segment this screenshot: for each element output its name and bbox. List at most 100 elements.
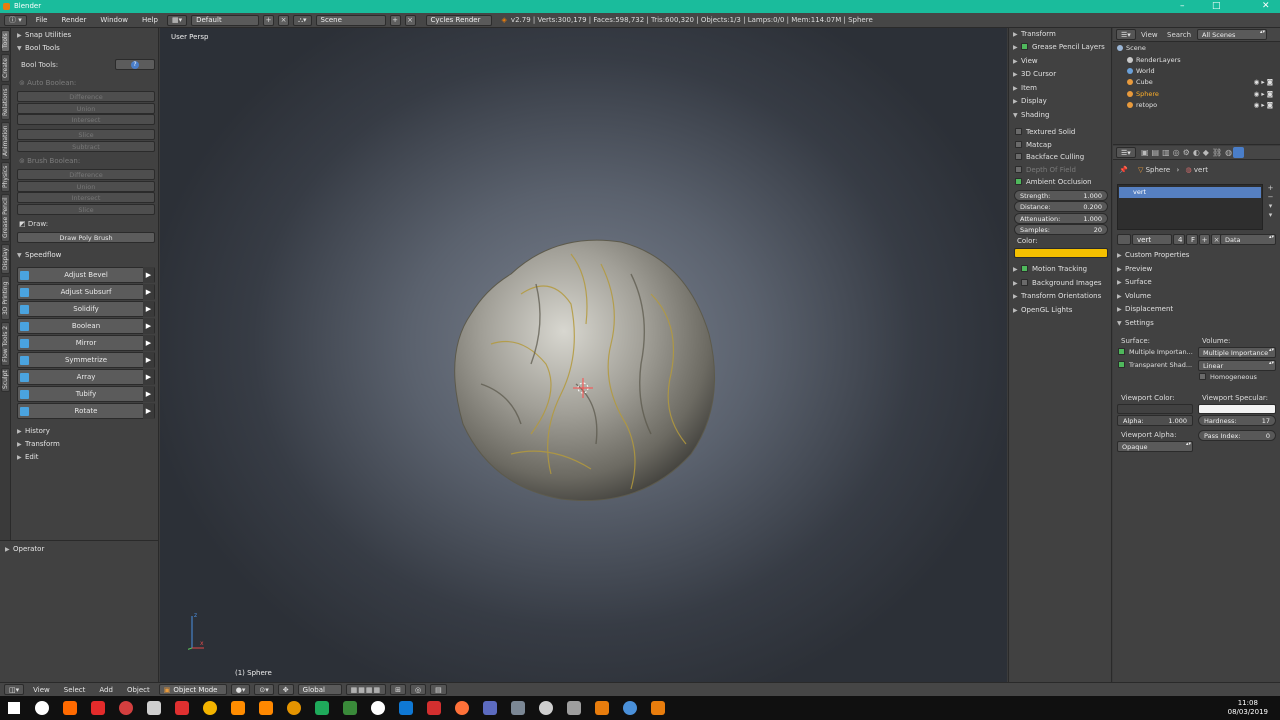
- taskbar-app-icon[interactable]: [476, 696, 504, 720]
- displacement-section[interactable]: ▶ Displacement: [1117, 304, 1173, 315]
- multiple-importance-toggle[interactable]: Multiple Importan...: [1118, 347, 1193, 358]
- preview-section[interactable]: ▶ Preview: [1117, 264, 1152, 275]
- background-images-section[interactable]: ▶ Background Images: [1013, 278, 1102, 289]
- opengl-lights-section[interactable]: ▶ OpenGL Lights: [1013, 305, 1072, 316]
- render-icon[interactable]: ▤: [430, 684, 447, 695]
- viewport-shading-icon[interactable]: ●▾: [230, 684, 251, 695]
- motion-tracking-section[interactable]: ▶ Motion Tracking: [1013, 264, 1087, 275]
- maximize-button[interactable]: □: [1212, 0, 1221, 13]
- taskbar-app-icon[interactable]: [56, 696, 84, 720]
- hardness-field[interactable]: Hardness: 17: [1198, 415, 1276, 426]
- screen-layout-icon[interactable]: ▦▾: [166, 14, 188, 26]
- outliner-row-retopo[interactable]: retopo ◉ ▸ ◙: [1127, 100, 1277, 111]
- transform-orientations-section[interactable]: ▶ Transform Orientations: [1013, 291, 1101, 302]
- taskbar-app-icon[interactable]: [448, 696, 476, 720]
- layout-field[interactable]: Default: [191, 14, 260, 26]
- outliner-editor-icon[interactable]: ☰▾: [1116, 29, 1136, 40]
- pin-icon[interactable]: 📌: [1119, 166, 1128, 174]
- render-engine-select[interactable]: Cycles Render: [425, 14, 492, 26]
- shading-section[interactable]: ▼ Shading: [1013, 110, 1049, 121]
- draw-poly-brush-button[interactable]: Draw Poly Brush: [17, 232, 155, 243]
- start-button[interactable]: [0, 696, 28, 720]
- interpolation-select[interactable]: Linear: [1198, 360, 1276, 371]
- array-button[interactable]: Array ▶: [17, 369, 155, 385]
- brush-union-button[interactable]: Union: [17, 181, 155, 192]
- rotate-button[interactable]: Rotate ▶: [17, 403, 155, 419]
- array-arrow-icon[interactable]: ▶: [143, 369, 154, 385]
- tab-relations[interactable]: Relations: [1, 84, 10, 120]
- mode-select[interactable]: ▣ Object Mode: [158, 684, 227, 695]
- outliner-row-world[interactable]: World: [1127, 66, 1277, 77]
- snap-utilities-panel[interactable]: ▶ Snap Utilities: [17, 29, 71, 41]
- auto-difference-button[interactable]: Difference: [17, 91, 155, 102]
- manipulator-icon[interactable]: ✥: [277, 684, 294, 695]
- taskbar-app-icon[interactable]: [504, 696, 532, 720]
- taskbar-app-icon[interactable]: [28, 696, 56, 720]
- tab-grease-pencil[interactable]: Grease Pencil: [1, 194, 10, 242]
- display-section[interactable]: ▶ Display: [1013, 96, 1047, 107]
- adjust-subsurf-button[interactable]: Adjust Subsurf ▶: [17, 284, 155, 300]
- menu-add[interactable]: Add: [94, 686, 118, 694]
- help-button[interactable]: ?: [115, 59, 155, 70]
- sculpted-sphere[interactable]: [451, 234, 721, 506]
- view-section[interactable]: ▶ View: [1013, 56, 1038, 67]
- menu-object[interactable]: Object: [122, 686, 155, 694]
- add-layout-button[interactable]: +: [263, 14, 275, 26]
- backface-culling-toggle[interactable]: Backface Culling: [1015, 152, 1084, 163]
- pivot-point-icon[interactable]: ⊙▾: [254, 684, 274, 695]
- properties-editor-icon[interactable]: ☰▾: [1116, 147, 1136, 158]
- fake-user-toggle[interactable]: F: [1186, 234, 1198, 245]
- taskbar-app-icon[interactable]: [140, 696, 168, 720]
- material-browse-icon[interactable]: [1117, 234, 1131, 245]
- menu-file[interactable]: File: [31, 16, 53, 24]
- surface-section[interactable]: ▶ Surface: [1117, 277, 1152, 288]
- menu-window[interactable]: Window: [95, 16, 133, 24]
- grease-pencil-layers-section[interactable]: ▶ Grease Pencil Layers: [1013, 42, 1105, 53]
- bool-tools-panel[interactable]: ▼ Bool Tools: [17, 42, 60, 54]
- viewport-specular-swatch[interactable]: [1198, 404, 1276, 414]
- tab-display[interactable]: Display: [1, 244, 10, 274]
- ao-distance-field[interactable]: Distance: 0.200: [1014, 201, 1108, 212]
- material-slots-list[interactable]: vert: [1117, 184, 1263, 230]
- scene-icon[interactable]: ⛬▾: [293, 14, 312, 26]
- mirror-button[interactable]: Mirror ▶: [17, 335, 155, 351]
- pass-index-field[interactable]: Pass Index: 0: [1198, 430, 1276, 441]
- operator-panel[interactable]: ▶ Operator: [5, 543, 44, 555]
- history-panel[interactable]: ▶ History: [17, 425, 50, 437]
- context-tab-icons[interactable]: ▣▤▥◎⚙◐◆⛓◍▽: [1141, 148, 1244, 157]
- settings-section[interactable]: ▼ Settings: [1117, 318, 1154, 329]
- 3d-viewport[interactable]: User Persp z x (1) Sphere: [160, 28, 1007, 682]
- taskbar-app-icon[interactable]: [252, 696, 280, 720]
- remove-scene-button[interactable]: ×: [404, 14, 416, 26]
- slot-buttons[interactable]: + − ▾ ▾: [1265, 184, 1276, 220]
- taskbar-app-icon[interactable]: [392, 696, 420, 720]
- taskbar-app-icon[interactable]: [308, 696, 336, 720]
- material-slot-row[interactable]: vert: [1119, 187, 1261, 198]
- subsurf-arrow-icon[interactable]: ▶: [143, 284, 154, 300]
- orientation-select[interactable]: Global: [297, 684, 342, 695]
- bevel-arrow-icon[interactable]: ▶: [143, 267, 154, 283]
- taskbar-app-icon[interactable]: [532, 696, 560, 720]
- cube-visibility-icons[interactable]: ◉ ▸ ◙: [1254, 77, 1273, 88]
- taskbar-app-icon[interactable]: [168, 696, 196, 720]
- ambient-occlusion-toggle[interactable]: Ambient Occlusion: [1015, 177, 1092, 188]
- taskbar-app-icon[interactable]: [644, 696, 672, 720]
- remove-layout-button[interactable]: ×: [278, 14, 290, 26]
- viewport-color-swatch[interactable]: [1117, 404, 1193, 414]
- taskbar-app-icon[interactable]: [420, 696, 448, 720]
- taskbar-app-icon[interactable]: [224, 696, 252, 720]
- transform-panel[interactable]: ▶ Transform: [17, 438, 60, 450]
- taskbar-clock[interactable]: 11:08 08/03/2019: [1228, 699, 1268, 717]
- menu-render[interactable]: Render: [56, 16, 91, 24]
- homogeneous-toggle[interactable]: Homogeneous: [1199, 372, 1257, 383]
- menu-view[interactable]: View: [28, 686, 55, 694]
- material-tab-icon[interactable]: [1233, 147, 1244, 158]
- outliner-row-renderlayers[interactable]: RenderLayers: [1127, 55, 1277, 66]
- tab-sculpt[interactable]: Sculpt: [1, 368, 10, 392]
- solidify-button[interactable]: Solidify ▶: [17, 301, 155, 317]
- tab-physics[interactable]: Physics: [1, 162, 10, 192]
- scene-field[interactable]: Scene: [315, 14, 386, 26]
- tab-tools[interactable]: Tools: [1, 30, 10, 52]
- ao-strength-field[interactable]: Strength: 1.000: [1014, 190, 1108, 201]
- auto-union-button[interactable]: Union: [17, 103, 155, 114]
